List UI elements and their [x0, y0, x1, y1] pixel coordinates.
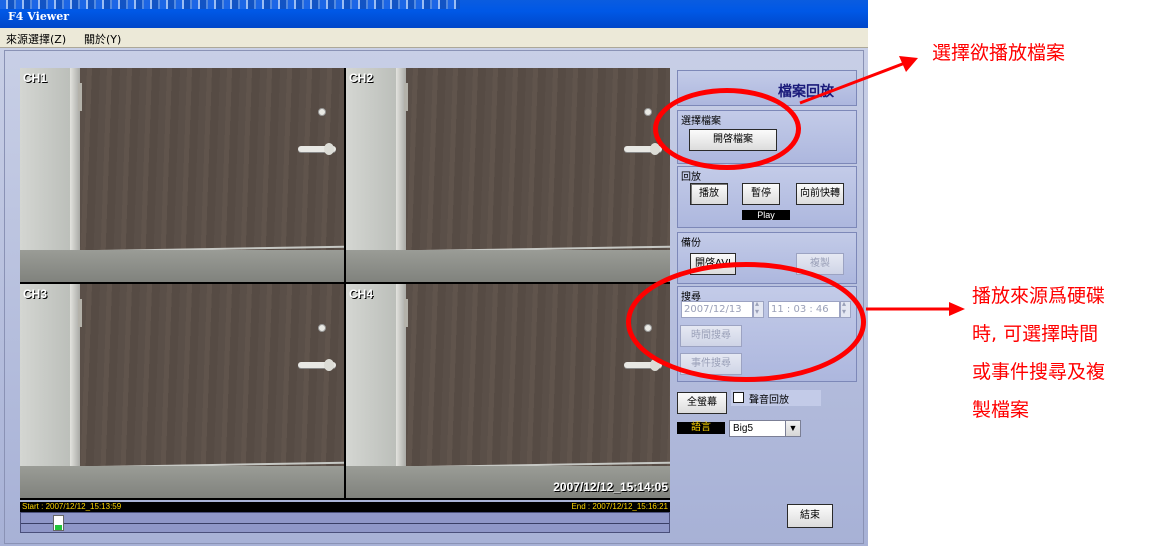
audio-playback-checkbox[interactable] [733, 392, 744, 403]
play-button[interactable]: 播放 [690, 183, 728, 205]
camera-scene-hinge [78, 83, 82, 111]
menu-about[interactable]: 關於(Y) [84, 31, 121, 47]
camera-label: CH4 [349, 287, 374, 301]
video-timestamp: 2007/12/12_15:14:05 [553, 480, 668, 494]
camera-label: CH2 [349, 71, 374, 85]
timeline-start-label: Start : 2007/12/12_15:13:59 [22, 502, 122, 511]
timeline-slider-track [21, 523, 669, 524]
annotation-line: 或事件搜尋及複 [972, 361, 1106, 383]
camera-scene-hinge [78, 299, 82, 327]
camera-label: CH3 [23, 287, 48, 301]
camera-scene-hinge [404, 83, 408, 111]
camera-scene-floor [20, 250, 344, 282]
timeline-slider-thumb[interactable] [53, 515, 64, 531]
camera-scene-lock [318, 108, 326, 116]
annotation-select-file-text: 選擇欲播放檔案 [932, 42, 1066, 64]
backup-legend: 備份 [681, 238, 701, 249]
menu-bar: 來源選擇(Z) 關於(Y) [0, 28, 868, 48]
chevron-down-icon[interactable]: ▼ [785, 421, 800, 436]
camera-view-ch4[interactable]: CH4 2007/12/12_15:14:05 [346, 284, 670, 498]
annotation-line: 播放來源爲硬碟 [972, 285, 1106, 307]
camera-scene-lock [318, 324, 326, 332]
camera-scene-floor [20, 466, 344, 498]
playback-legend: 回放 [681, 172, 701, 183]
title-bar-artifact [0, 0, 460, 9]
camera-scene-handle [624, 143, 662, 155]
menu-source-select[interactable]: 來源選擇(Z) [6, 31, 66, 47]
video-grid: CH1 CH2 CH3 CH4 2007/12/12_15:14:05 [20, 68, 670, 500]
arrow-head-side-icon [949, 302, 965, 316]
camera-scene-handle [624, 359, 662, 371]
timeline-info-bar: Start : 2007/12/12_15:13:59 End : 2007/1… [20, 502, 670, 512]
audio-checkbox-row: 聲音回放 [731, 390, 821, 406]
panel-title: 檔案回放 [778, 84, 834, 100]
pause-button[interactable]: 暫停 [742, 183, 780, 205]
highlight-oval-search [626, 262, 866, 382]
window-title: F4 Viewer [8, 10, 70, 23]
annotation-line: 製檔案 [972, 399, 1030, 421]
camera-scene-handle [298, 359, 336, 371]
camera-scene-lock [644, 108, 652, 116]
timeline-slider[interactable] [20, 512, 670, 533]
camera-view-ch1[interactable]: CH1 [20, 68, 344, 282]
fast-forward-button[interactable]: 向前快轉 [796, 183, 844, 205]
camera-label: CH1 [23, 71, 48, 85]
timeline-end-label: End : 2007/12/12_15:16:21 [571, 502, 668, 511]
annotation-line: 時, 可選擇時間 [972, 323, 1099, 345]
playback-status: Play [742, 210, 790, 220]
highlight-oval-open-file [653, 88, 801, 170]
arrow-head-top-icon [899, 56, 918, 72]
language-select-value: Big5 [733, 423, 754, 434]
audio-playback-label[interactable]: 聲音回放 [749, 391, 789, 406]
annotation-search-text: 播放來源爲硬碟 時, 可選擇時間 或事件搜尋及複 製檔案 [972, 277, 1172, 429]
title-bar[interactable]: F4 Viewer [0, 0, 868, 28]
camera-scene-hinge [404, 299, 408, 327]
camera-view-ch3[interactable]: CH3 [20, 284, 344, 498]
language-label: 語言 [677, 422, 725, 434]
camera-scene-handle [298, 143, 336, 155]
camera-scene-floor [346, 250, 670, 282]
playback-group: 回放 播放 暫停 向前快轉 Play [677, 166, 857, 228]
language-select[interactable]: Big5 ▼ [729, 420, 801, 437]
fullscreen-button[interactable]: 全螢幕 [677, 392, 727, 414]
exit-button[interactable]: 結束 [787, 504, 833, 528]
camera-view-ch2[interactable]: CH2 [346, 68, 670, 282]
